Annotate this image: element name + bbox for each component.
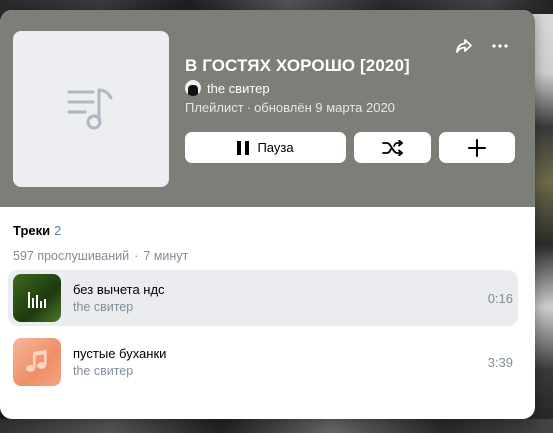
- tracks-heading-label: Треки: [13, 223, 51, 238]
- pause-button[interactable]: Пауза: [185, 132, 346, 163]
- tracks-count: 2: [54, 223, 62, 238]
- playlist-type: Плейлист: [185, 100, 244, 115]
- pause-icon: [237, 140, 250, 155]
- track-artist[interactable]: the свитер: [73, 363, 488, 380]
- track-title[interactable]: без вычета ндс: [73, 281, 488, 298]
- playlist-stats: 597 прослушиваний · 7 минут: [13, 249, 189, 263]
- track-duration: 0:16: [487, 290, 513, 306]
- track-cover[interactable]: [13, 338, 61, 386]
- total-duration: 7 минут: [143, 249, 189, 263]
- music-note-icon: [26, 350, 47, 372]
- playlist-meta: Плейлист · обновлён 9 марта 2020: [185, 100, 395, 115]
- author-name[interactable]: the свитер: [207, 81, 270, 96]
- listens-count: 597 прослушиваний: [13, 249, 130, 263]
- author-avatar: [185, 80, 201, 96]
- share-icon: [456, 39, 472, 53]
- equalizer-icon: [28, 292, 46, 308]
- background-bottom: [0, 419, 553, 433]
- track-artist[interactable]: the свитер: [73, 299, 488, 316]
- playlist-header: В ГОСТЯХ ХОРОШО [2020] the свитер Плейли…: [0, 10, 535, 207]
- shuffle-icon: [381, 139, 403, 156]
- add-button[interactable]: [439, 132, 515, 163]
- share-button[interactable]: [454, 36, 474, 56]
- track-row[interactable]: пустые буханки the свитер 3:39: [8, 334, 518, 390]
- pause-label: Пауза: [257, 140, 294, 155]
- playlist-cover[interactable]: [13, 31, 169, 187]
- shuffle-button[interactable]: [354, 132, 431, 163]
- track-cover[interactable]: [13, 274, 61, 322]
- tracks-heading: Треки 2: [13, 223, 61, 238]
- track-title[interactable]: пустые буханки: [73, 345, 488, 362]
- track-duration: 3:39: [487, 354, 513, 370]
- track-row[interactable]: без вычета ндс the свитер 0:16: [8, 270, 518, 326]
- track-info: пустые буханки the свитер: [73, 345, 488, 380]
- playlist-music-icon: [67, 88, 113, 130]
- more-button[interactable]: [490, 36, 510, 56]
- plus-icon: [468, 138, 486, 157]
- playlist-title: В ГОСТЯХ ХОРОШО [2020]: [185, 56, 410, 75]
- playlist-updated: обновлён 9 марта 2020: [254, 100, 395, 115]
- more-icon: [492, 44, 508, 48]
- playlist-author[interactable]: the свитер: [185, 80, 270, 96]
- track-info: без вычета ндс the свитер: [73, 281, 488, 316]
